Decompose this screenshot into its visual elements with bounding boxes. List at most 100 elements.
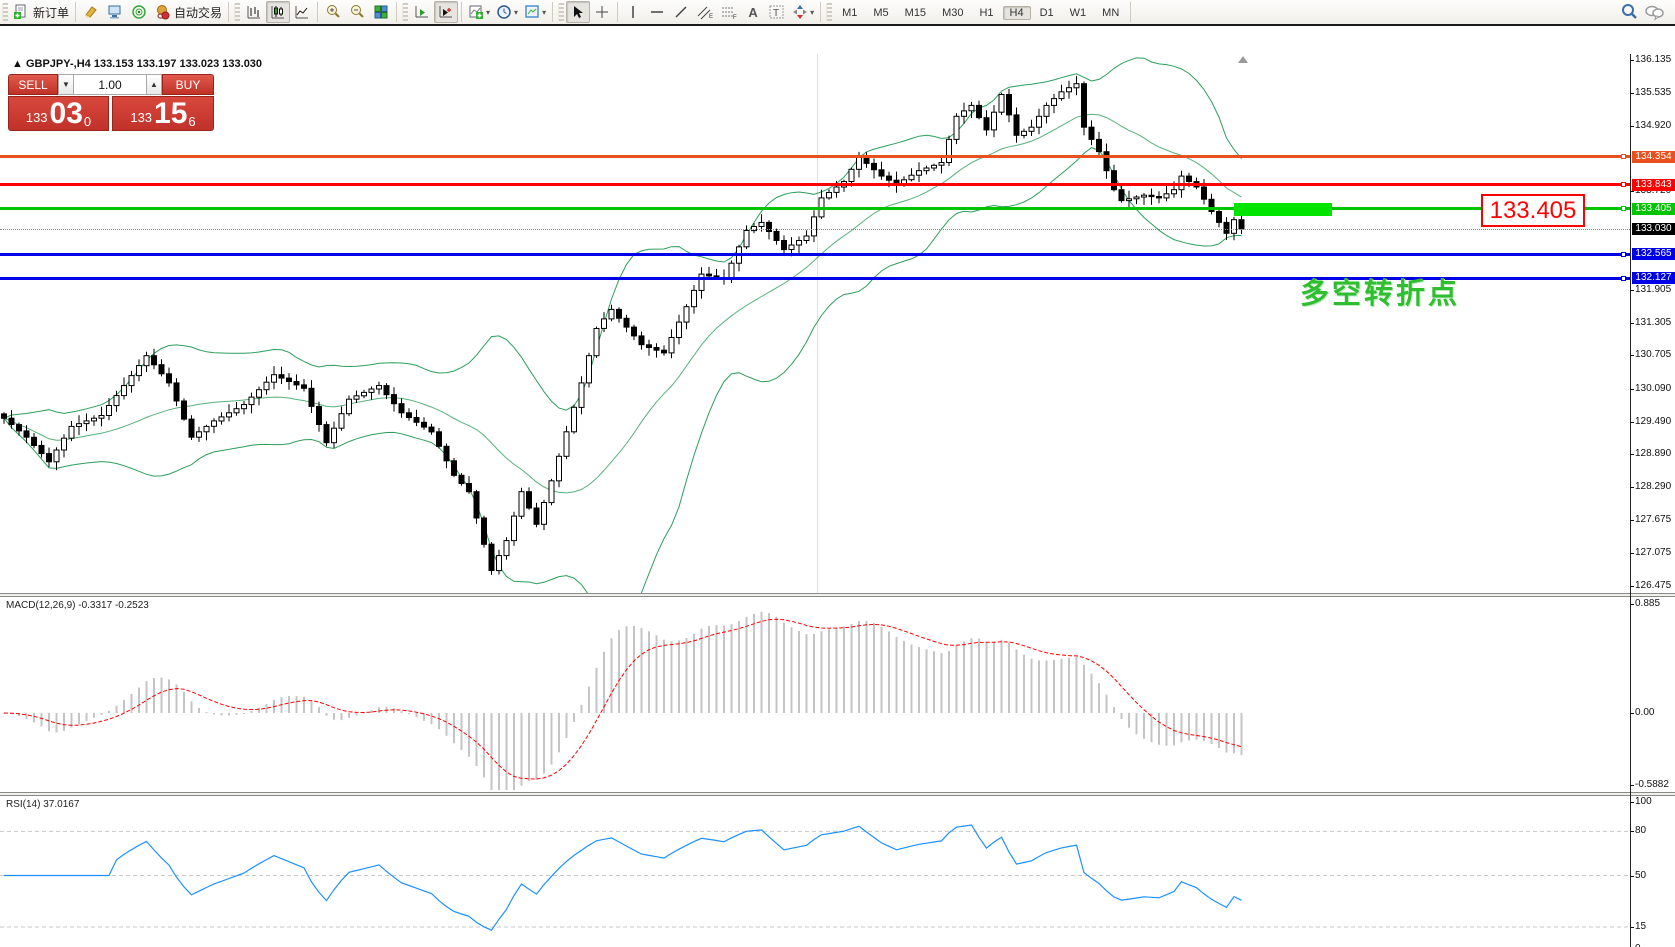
timeframe-button-d1[interactable]: D1 — [1033, 6, 1061, 20]
timeframe-button-m15[interactable]: M15 — [898, 6, 933, 20]
macd-histogram-bar — [1053, 659, 1055, 713]
volume-decrease-button[interactable]: ▼ — [58, 74, 74, 95]
green-zone-annotation[interactable] — [1234, 202, 1332, 216]
auto-scroll-button[interactable] — [410, 1, 434, 23]
price-callout-label[interactable]: 133.405 — [1481, 194, 1585, 227]
macd-histogram-bar — [1128, 713, 1130, 728]
macd-histogram-bar — [640, 628, 643, 713]
volume-input[interactable]: 1.00 — [74, 74, 146, 95]
terminal-button[interactable] — [103, 1, 127, 23]
macd-histogram-bar — [1173, 713, 1175, 746]
macd-histogram-bar — [505, 713, 508, 790]
periods-button[interactable]: ▾ — [493, 1, 521, 23]
cursor-tool-button[interactable] — [566, 1, 591, 23]
price-tick-label: 134.920 — [1635, 120, 1672, 132]
auto-trading-icon — [157, 5, 170, 20]
fibonacci-tool-button[interactable]: F — [717, 1, 741, 23]
equidistant-channel-icon: E — [697, 6, 713, 20]
macd-histogram-bar — [768, 613, 770, 713]
macd-histogram-bar — [708, 625, 710, 713]
macd-panel[interactable] — [0, 597, 1630, 792]
auto-trading-button[interactable]: 自动交易 — [151, 1, 225, 23]
tile-windows-button[interactable] — [369, 1, 393, 23]
zoom-in-button[interactable] — [321, 1, 345, 23]
trendline-tool-button[interactable] — [669, 1, 693, 23]
dropdown-arrow-icon: ▾ — [514, 7, 519, 17]
price-tick-label: 127.675 — [1635, 514, 1672, 526]
candlestick-chart-button[interactable] — [266, 1, 291, 23]
horizontal-level-line-132.565[interactable] — [0, 252, 1630, 256]
timeframe-button-mn[interactable]: MN — [1095, 6, 1126, 20]
macd-histogram-bar — [835, 627, 838, 713]
rsi-header: RSI(14) 37.0167 — [6, 799, 79, 810]
turning-point-annotation[interactable]: 多空转折点 — [1300, 270, 1460, 312]
price-tick-label: 126.475 — [1635, 579, 1672, 591]
macd-histogram-bar — [685, 638, 688, 713]
horizontal-level-line-133.843[interactable] — [0, 183, 1630, 187]
text-tool-button[interactable]: A — [741, 1, 765, 23]
macd-histogram-bar — [333, 713, 335, 720]
macd-histogram-bar — [843, 626, 845, 713]
chart-shift-marker[interactable] — [1238, 56, 1248, 63]
macd-histogram-bar — [903, 641, 905, 713]
horizontal-line-icon — [651, 11, 664, 13]
buy-button[interactable]: BUY — [162, 74, 214, 95]
crosshair-tool-button[interactable] — [590, 1, 614, 23]
macd-histogram-bar — [543, 713, 545, 774]
bar-chart-button[interactable] — [242, 1, 266, 23]
price-level-badge: 132.127 — [1632, 272, 1675, 284]
timeframe-button-w1[interactable]: W1 — [1063, 6, 1094, 20]
horizontal-line-tool-button[interactable] — [645, 1, 669, 23]
zoom-out-button[interactable] — [345, 1, 369, 23]
timeframe-button-m30[interactable]: M30 — [935, 6, 970, 20]
timeframe-button-h1[interactable]: H1 — [972, 6, 1000, 20]
horizontal-level-line-133.405[interactable] — [0, 207, 1630, 210]
chart-shift-button[interactable] — [434, 1, 459, 23]
macd-histogram-bar — [550, 713, 553, 765]
price-chart[interactable] — [0, 54, 1630, 594]
chat-button[interactable] — [1641, 1, 1667, 23]
timeframe-button-m5[interactable]: M5 — [866, 6, 895, 20]
line-anchor[interactable] — [1621, 206, 1626, 211]
sell-price-box[interactable]: 133 03 0 — [8, 96, 109, 131]
label-tool-button[interactable]: T — [765, 1, 789, 23]
trendline-icon — [675, 6, 687, 18]
macd-histogram-bar — [1233, 713, 1235, 754]
new-order-button[interactable]: 新订单 — [10, 1, 72, 23]
line-anchor[interactable] — [1621, 182, 1626, 188]
macd-histogram-bar — [790, 627, 793, 713]
axis-tick — [1630, 802, 1634, 803]
add-indicator-icon — [469, 5, 484, 19]
timeframe-button-h4[interactable]: H4 — [1002, 6, 1031, 20]
line-anchor[interactable] — [1621, 251, 1626, 257]
horizontal-level-line-134.354[interactable] — [0, 155, 1630, 159]
signals-button[interactable] — [127, 1, 151, 23]
styler-button[interactable] — [79, 1, 103, 23]
arrows-tool-button[interactable]: ▾ — [789, 1, 817, 23]
macd-histogram-bar — [873, 623, 875, 713]
buy-price-box[interactable]: 133 15 6 — [112, 96, 214, 131]
timeframe-button-m1[interactable]: M1 — [835, 6, 864, 20]
add-indicator-button[interactable]: ▾ — [465, 1, 493, 23]
volume-increase-button[interactable]: ▲ — [146, 74, 162, 95]
rsi-panel[interactable] — [0, 796, 1630, 947]
macd-histogram-bar — [663, 639, 665, 713]
macd-histogram-bar — [78, 713, 80, 725]
line-chart-button[interactable] — [290, 1, 314, 23]
search-button[interactable] — [1617, 1, 1641, 23]
macd-histogram-bar — [213, 713, 215, 715]
macd-histogram-bar — [348, 713, 350, 718]
macd-histogram-bar — [310, 700, 313, 713]
vertical-line-tool-button[interactable] — [621, 1, 645, 23]
macd-histogram-bar — [1240, 713, 1243, 756]
chart-area[interactable]: 133.405 多空转折点 ▲ GBPJPY-,H4 133.153 133.1… — [0, 27, 1675, 947]
toolbar-grip[interactable] — [2, 3, 8, 21]
sell-button[interactable]: SELL — [8, 74, 58, 95]
macd-histogram-bar — [925, 649, 928, 713]
price-tick-label: 131.905 — [1635, 284, 1672, 296]
templates-button[interactable]: ▾ — [521, 1, 549, 23]
line-anchor[interactable] — [1621, 154, 1626, 160]
channel-tool-button[interactable]: E — [693, 1, 717, 23]
line-anchor[interactable] — [1621, 275, 1626, 281]
price-level-badge: 132.565 — [1632, 248, 1675, 261]
